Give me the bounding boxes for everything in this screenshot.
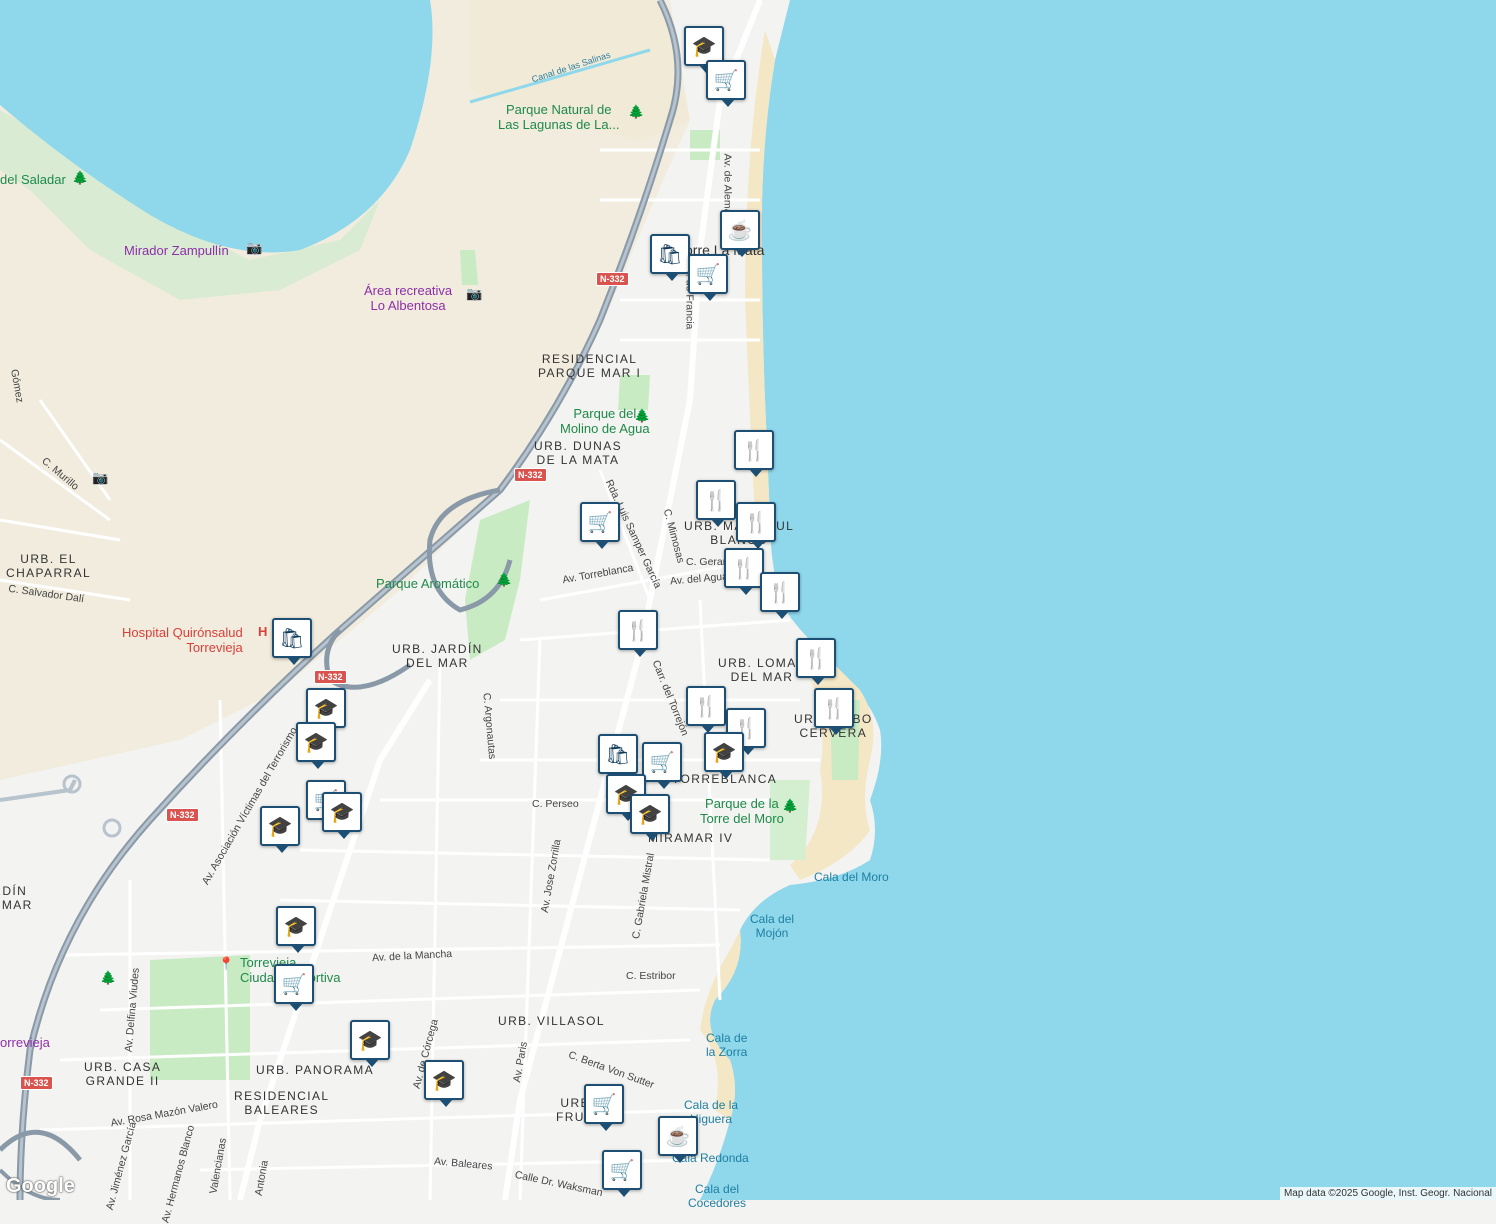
camera-icon: 📷 [92,470,109,485]
label-jardin-left: JARDÍN DEL MAR [0,884,33,912]
pin-icon: 📍 [218,956,235,971]
tree-icon: 🌲 [496,572,513,587]
street-estribor: C. Estribor [626,970,676,982]
road-shield-n332: N-332 [20,1076,53,1090]
tree-icon: 🌲 [628,104,645,119]
cafe-marker-icon[interactable]: ☕ [658,1116,698,1163]
tree-icon: 🌲 [100,970,117,985]
label-villasol: URB. VILLASOL [498,1014,605,1028]
cart-marker-icon[interactable]: 🛒 [602,1150,642,1197]
label-mirador-zampullin[interactable]: Mirador Zampullín [124,243,229,258]
map-canvas[interactable] [0,0,1496,1200]
label-torrevieja-left[interactable]: orrevieja [0,1035,50,1050]
road-shield-n332: N-332 [314,670,347,684]
road-shield-n332: N-332 [596,272,629,286]
restaurant-marker-icon[interactable]: 🍴 [696,480,736,527]
restaurant-marker-icon[interactable]: 🍴 [734,430,774,477]
hospital-icon: H [258,624,268,639]
school-marker-icon[interactable]: 🎓 [322,792,362,839]
school-marker-icon[interactable]: 🎓 [704,732,744,779]
restaurant-marker-icon[interactable]: 🍴 [618,610,658,657]
label-casa-grande: URB. CASA GRANDE II [84,1060,162,1088]
cart-marker-icon[interactable]: 🛒 [274,964,314,1011]
restaurant-marker-icon[interactable]: 🍴 [686,686,726,733]
tree-icon: 🌲 [72,170,89,185]
label-residencial-parque-mar: RESIDENCIAL PARQUE MAR I [538,352,642,380]
tree-icon: 🌲 [634,408,651,423]
map-attribution[interactable]: Map data ©2025 Google, Inst. Geogr. Naci… [1279,1187,1496,1200]
shop-marker-icon[interactable]: 🛍 [272,618,312,665]
street-perseo: C. Perseo [532,798,579,810]
label-cala-de-la-zorra: Cala de la Zorra [706,1031,748,1059]
label-el-chaparral: URB. EL CHAPARRAL [6,552,92,580]
cart-marker-icon[interactable]: 🛒 [688,254,728,301]
restaurant-marker-icon[interactable]: 🍴 [760,572,800,619]
cart-marker-icon[interactable]: 🛒 [706,60,746,107]
label-cala-del-moro: Cala del Moro [814,870,889,884]
label-residencial-baleares: RESIDENCIAL BALEARES [234,1089,330,1117]
cafe-marker-icon[interactable]: ☕ [720,210,760,257]
camera-icon: 📷 [466,286,483,301]
road-shield-n332: N-332 [166,808,199,822]
restaurant-marker-icon[interactable]: 🍴 [796,638,836,685]
school-marker-icon[interactable]: 🎓 [260,806,300,853]
label-parque-torre-moro[interactable]: Parque de la Torre del Moro [700,796,784,826]
school-marker-icon[interactable]: 🎓 [424,1060,464,1107]
label-cala-del-mojon: Cala del Mojón [750,912,795,940]
school-marker-icon[interactable]: 🎓 [296,722,336,769]
label-cala-cocedores: Cala del Cocedores [688,1182,747,1210]
school-marker-icon[interactable]: 🎓 [276,906,316,953]
school-marker-icon[interactable]: 🎓 [630,794,670,841]
shop-marker-icon[interactable]: 🛍 [598,734,638,781]
google-logo: Google [6,1175,75,1197]
cart-marker-icon[interactable]: 🛒 [584,1084,624,1131]
restaurant-marker-icon[interactable]: 🍴 [724,548,764,595]
label-parque-aromatico[interactable]: Parque Aromático [376,576,479,591]
restaurant-marker-icon[interactable]: 🍴 [814,688,854,735]
cart-marker-icon[interactable]: 🛒 [642,742,682,789]
school-marker-icon[interactable]: 🎓 [350,1020,390,1067]
label-parque-natural[interactable]: Parque Natural de Las Lagunas de La... [498,102,619,132]
label-saladar[interactable]: del Saladar [0,172,66,187]
label-area-albentosa[interactable]: Área recreativa Lo Albentosa [364,283,452,313]
label-panorama: URB. PANORAMA [256,1063,374,1077]
camera-icon: 📷 [246,240,263,255]
label-jardin-del-mar: URB. JARDÍN DEL MAR [392,642,483,670]
restaurant-marker-icon[interactable]: 🍴 [736,502,776,549]
label-hospital[interactable]: Hospital Quirónsalud Torrevieja [122,625,243,655]
label-lomas-del-mar: URB. LOMAS DEL MAR [718,656,807,684]
label-dunas-de-la-mata: URB. DUNAS DE LA MATA [534,439,623,467]
road-shield-n332: N-332 [514,468,547,482]
tree-icon: 🌲 [782,798,799,813]
cart-marker-icon[interactable]: 🛒 [580,502,620,549]
shop-marker-icon[interactable]: 🛍 [650,234,690,281]
